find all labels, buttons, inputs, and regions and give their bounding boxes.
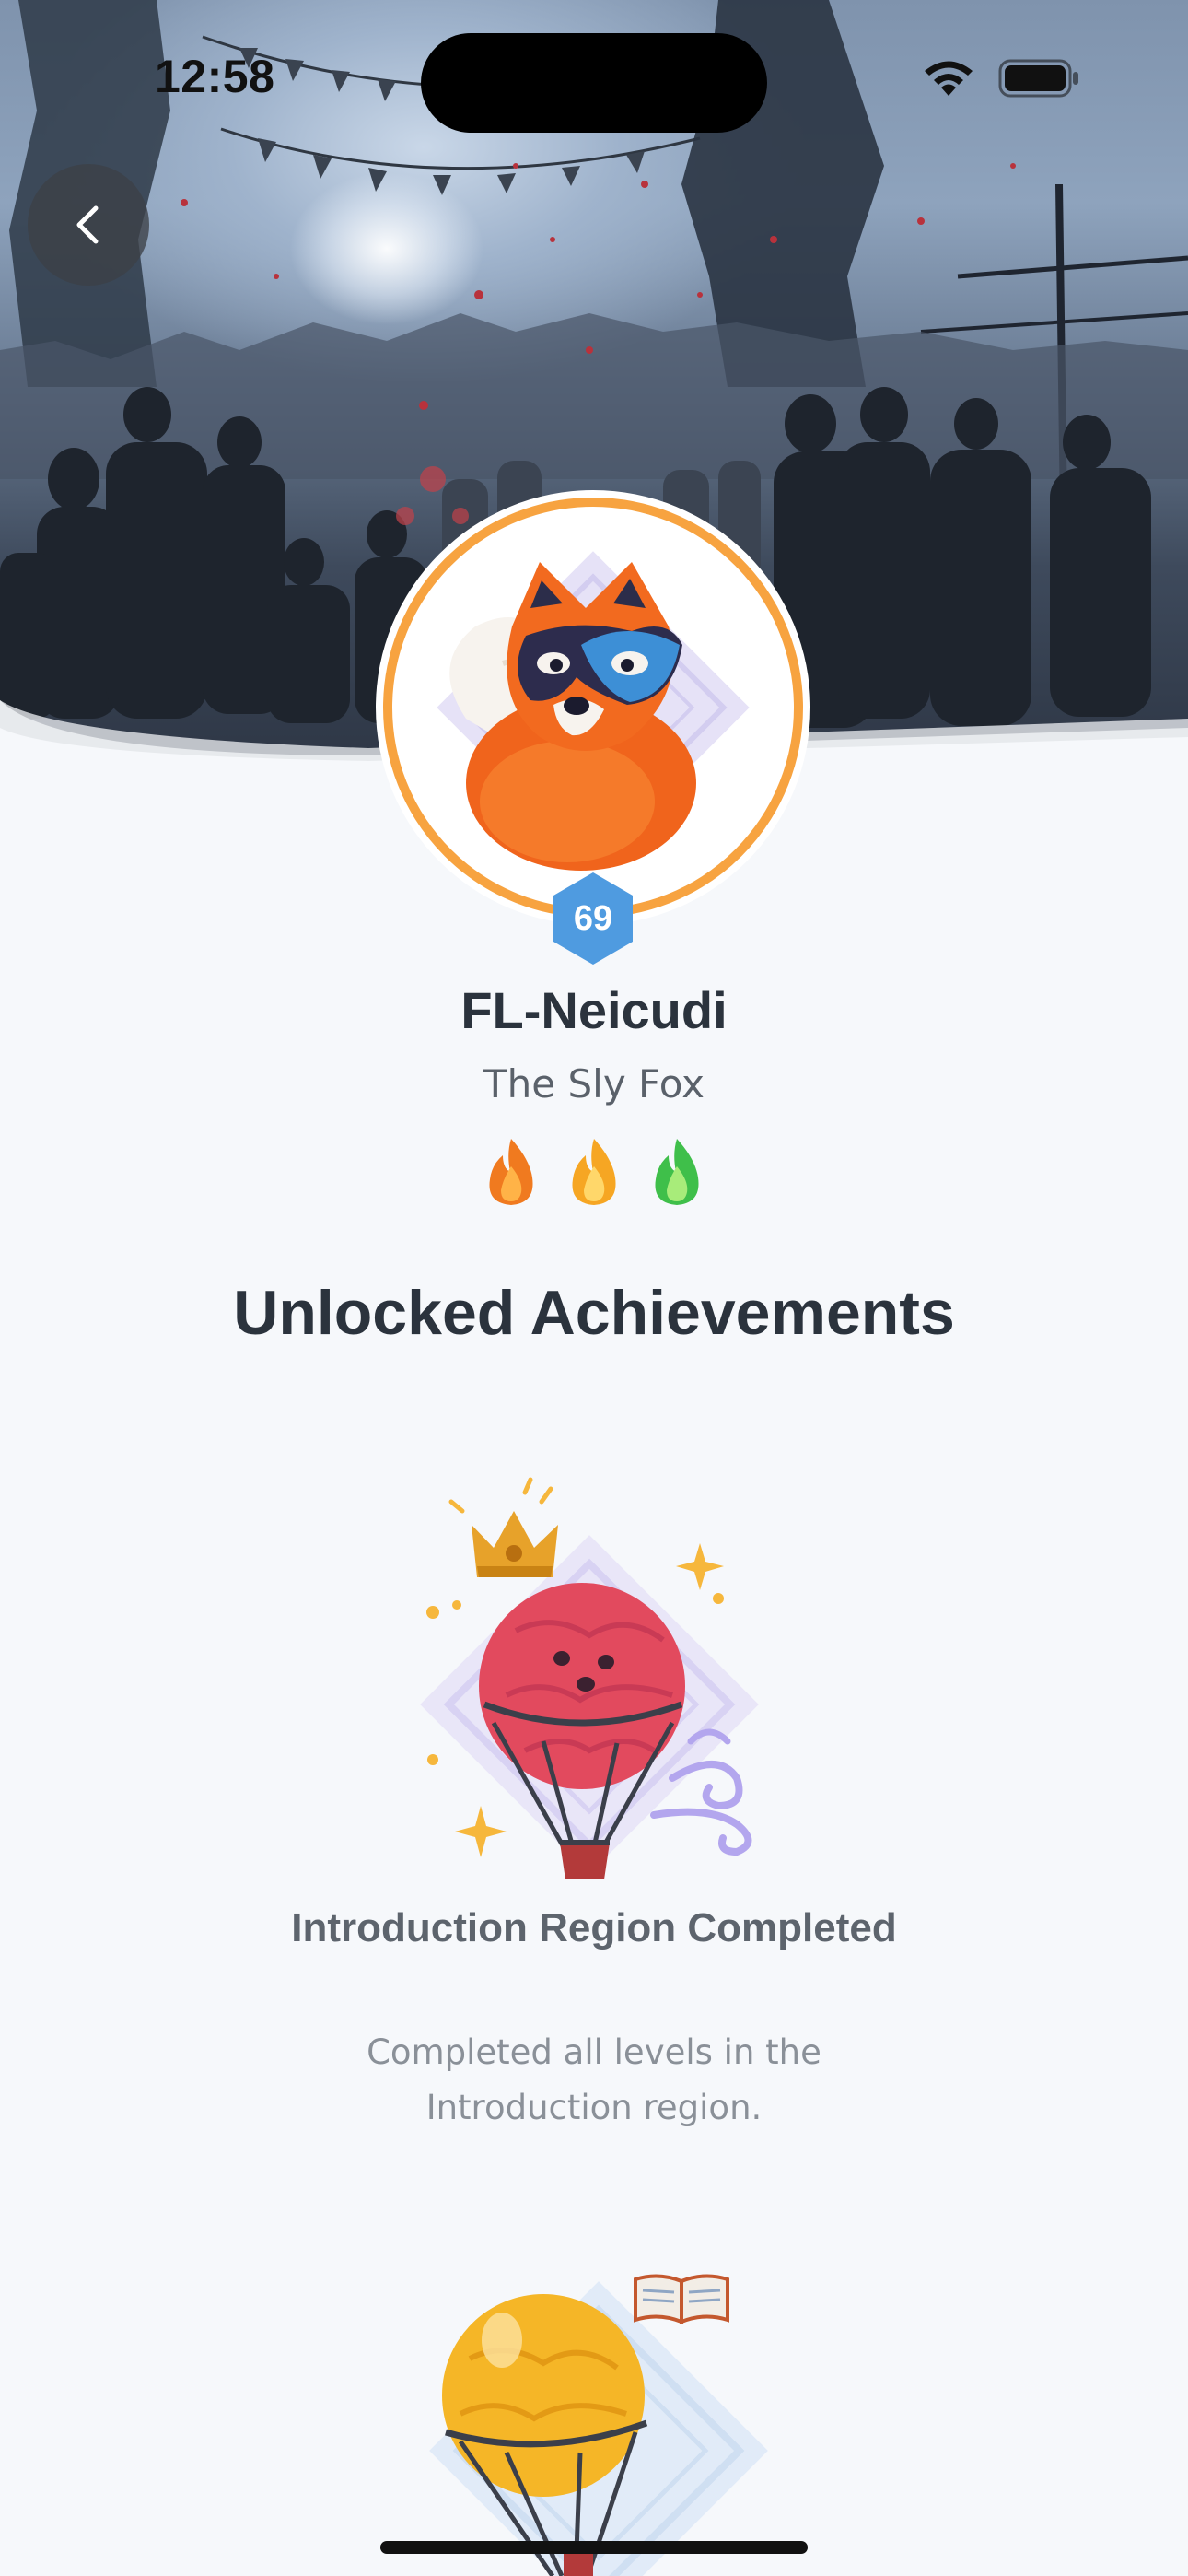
achievement-title: Introduction Region Completed	[291, 1905, 897, 1950]
fox-avatar-icon	[437, 551, 750, 871]
achievement-description: Completed all levels in the Introduction…	[367, 2032, 821, 2127]
home-indicator	[380, 2541, 808, 2554]
wifi-icon	[925, 61, 973, 96]
chevron-left-icon	[76, 205, 99, 244]
streak-flames	[470, 1135, 718, 1209]
profile-username: FL-Neicudi	[460, 981, 728, 1039]
profile-title: The Sly Fox	[483, 1061, 705, 1107]
avatar[interactable]	[383, 498, 803, 918]
orange-flame-icon	[489, 1139, 533, 1205]
dynamic-island	[421, 33, 767, 133]
yellow-flame-icon	[572, 1139, 616, 1205]
battery-icon	[998, 59, 1078, 98]
red-hot-air-balloon-crown-icon[interactable]	[405, 1474, 792, 1889]
level-number: 69	[573, 898, 613, 938]
yellow-hot-air-balloon-book-icon[interactable]	[405, 2248, 792, 2576]
back-button[interactable]	[28, 164, 149, 286]
green-flame-icon	[655, 1139, 699, 1205]
status-bar-time: 12:58	[155, 51, 275, 102]
section-title: Unlocked Achievements	[233, 1278, 955, 1348]
